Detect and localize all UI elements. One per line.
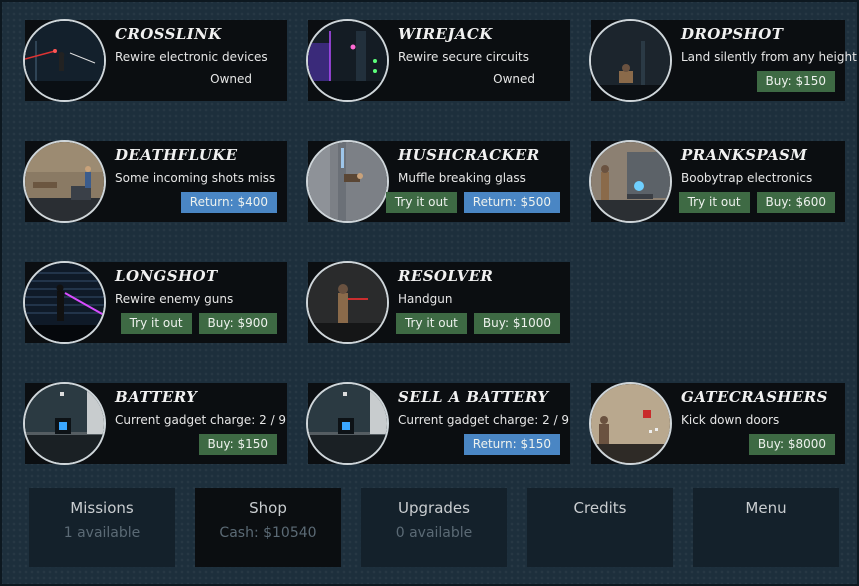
nav-credits[interactable]: Credits — [527, 488, 673, 567]
shop-item-deathfluke: DEATHFLUKE Some incoming shots miss Retu… — [23, 140, 287, 223]
return-button[interactable]: Return: $500 — [463, 192, 560, 213]
shop-item-prankspasm: PRANKSPASM Boobytrap electronics Try it … — [589, 140, 845, 223]
buy-button[interactable]: Buy: $150 — [756, 71, 835, 92]
item-description: Rewire secure circuits — [398, 50, 529, 64]
item-title: PRANKSPASM — [681, 146, 808, 164]
hushcracker-thumbnail — [306, 140, 389, 223]
resolver-thumbnail — [306, 261, 389, 344]
nav-menu[interactable]: Menu — [693, 488, 839, 567]
owned-label: Owned — [210, 72, 252, 86]
item-description: Kick down doors — [681, 413, 780, 427]
buy-button[interactable]: Buy: $150 — [198, 434, 277, 455]
gatecrashers-thumbnail — [589, 382, 672, 465]
item-description: Some incoming shots miss — [115, 171, 276, 185]
shop-item-battery: BATTERY Current gadget charge: 2 / 9 Buy… — [23, 382, 287, 465]
try-it-out-button[interactable]: Try it out — [395, 313, 467, 334]
item-title: RESOLVER — [398, 267, 494, 285]
shop-item-hushcracker: HUSHCRACKER Muffle breaking glass Try it… — [306, 140, 570, 223]
item-description: Current gadget charge: 2 / 9 — [115, 413, 287, 427]
item-description: Rewire enemy guns — [115, 292, 234, 306]
try-it-out-button[interactable]: Try it out — [120, 313, 192, 334]
sell-battery-thumbnail — [306, 382, 389, 465]
buy-button[interactable]: Buy: $1000 — [473, 313, 560, 334]
shop-item-gatecrashers: GATECRASHERS Kick down doors Buy: $8000 — [589, 382, 845, 465]
nav-label: Upgrades — [398, 499, 470, 517]
nav-shop[interactable]: Shop Cash: $10540 — [195, 488, 341, 567]
longshot-thumbnail — [23, 261, 106, 344]
battery-thumbnail — [23, 382, 106, 465]
wirejack-thumbnail — [306, 19, 389, 102]
nav-label: Missions — [70, 499, 134, 517]
item-description: Current gadget charge: 2 / 9 — [398, 413, 570, 427]
buy-button[interactable]: Buy: $900 — [198, 313, 277, 334]
item-title: DEATHFLUKE — [115, 146, 238, 164]
item-description: Boobytrap electronics — [681, 171, 813, 185]
dropshot-thumbnail — [589, 19, 672, 102]
shop-item-dropshot: DROPSHOT Land silently from any height B… — [589, 19, 857, 102]
nav-label: Shop — [249, 499, 287, 517]
crosslink-thumbnail — [23, 19, 106, 102]
nav-sublabel: 0 available — [395, 525, 473, 541]
shop-item-wirejack: WIREJACK Rewire secure circuits Owned — [306, 19, 570, 102]
nav-label: Menu — [745, 499, 787, 517]
nav-missions[interactable]: Missions 1 available — [29, 488, 175, 567]
nav-sublabel: 1 available — [63, 525, 141, 541]
owned-label: Owned — [493, 72, 535, 86]
item-description: Land silently from any height — [681, 50, 857, 64]
try-it-out-button[interactable]: Try it out — [678, 192, 750, 213]
deathfluke-thumbnail — [23, 140, 106, 223]
shop-item-crosslink: CROSSLINK Rewire electronic devices Owne… — [23, 19, 287, 102]
item-title: WIREJACK — [398, 25, 493, 43]
item-title: CROSSLINK — [115, 25, 222, 43]
prankspasm-thumbnail — [589, 140, 672, 223]
shop-item-sell-a-battery: SELL A BATTERY Current gadget charge: 2 … — [306, 382, 570, 465]
shop-item-longshot: LONGSHOT Rewire enemy guns Try it out Bu… — [23, 261, 287, 344]
item-title: GATECRASHERS — [681, 388, 828, 406]
nav-sublabel: Cash: $10540 — [219, 525, 317, 541]
item-description: Muffle breaking glass — [398, 171, 526, 185]
try-it-out-button[interactable]: Try it out — [385, 192, 457, 213]
item-title: DROPSHOT — [681, 25, 784, 43]
shop-item-resolver: RESOLVER Handgun Try it out Buy: $1000 — [306, 261, 570, 344]
nav-label: Credits — [573, 499, 627, 517]
item-title: BATTERY — [115, 388, 198, 406]
item-title: SELL A BATTERY — [398, 388, 549, 406]
item-description: Handgun — [398, 292, 453, 306]
return-button[interactable]: Return: $400 — [180, 192, 277, 213]
item-description: Rewire electronic devices — [115, 50, 268, 64]
item-title: HUSHCRACKER — [398, 146, 540, 164]
return-button[interactable]: Return: $150 — [463, 434, 560, 455]
buy-button[interactable]: Buy: $8000 — [748, 434, 835, 455]
item-title: LONGSHOT — [115, 267, 218, 285]
buy-button[interactable]: Buy: $600 — [756, 192, 835, 213]
nav-upgrades[interactable]: Upgrades 0 available — [361, 488, 507, 567]
